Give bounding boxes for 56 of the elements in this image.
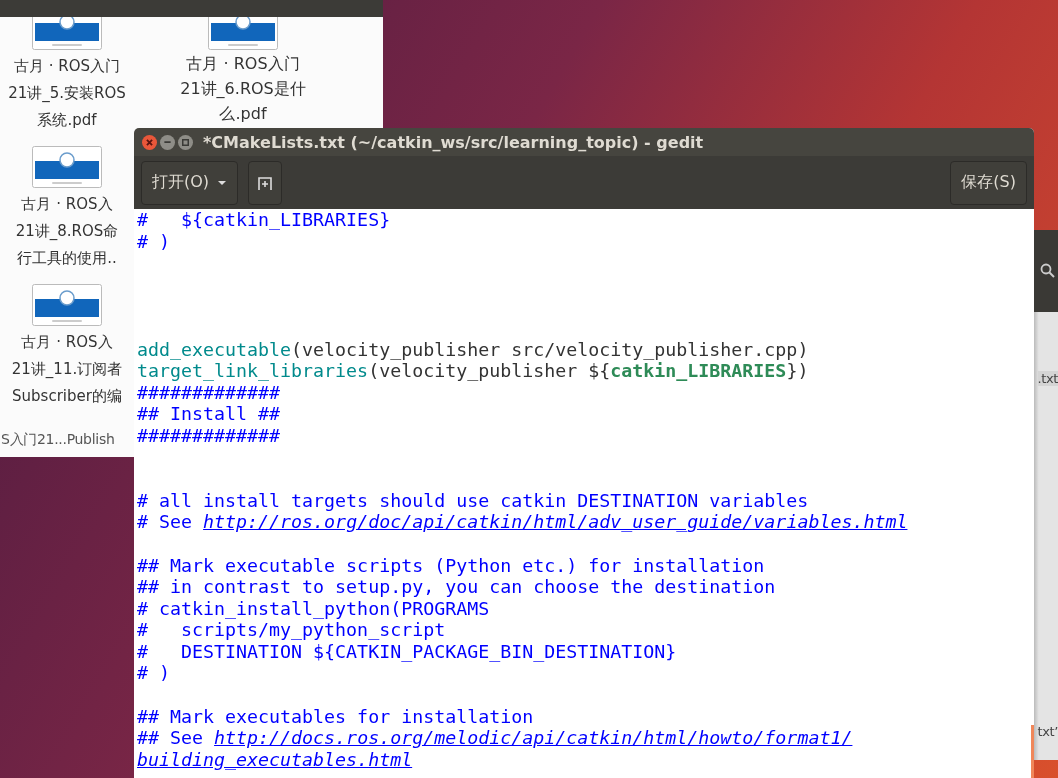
code-text: (velocity_publisher ${ bbox=[368, 360, 611, 382]
link[interactable]: http://docs.ros.org/melodic/api/catkin/html/howto/format1/ bbox=[214, 727, 853, 749]
new-tab-button[interactable] bbox=[248, 160, 283, 205]
link[interactable]: building_executables.html bbox=[137, 748, 413, 770]
maximize-icon bbox=[182, 138, 189, 146]
status-text: S入门21...Publish bbox=[1, 431, 115, 449]
file-name: 行工具的使用.. bbox=[16, 248, 118, 269]
save-button[interactable]: 保存(S) bbox=[950, 160, 1027, 205]
code-comment: # ) bbox=[137, 230, 171, 252]
code-comment: ## Mark executable scripts (Python etc.) for installation bbox=[137, 554, 765, 576]
code-variable: catkin_LIBRARIES bbox=[610, 360, 787, 382]
new-tab-icon bbox=[257, 174, 274, 191]
file-name: 系统.pdf bbox=[36, 110, 98, 131]
search-icon[interactable] bbox=[1040, 263, 1056, 279]
file-name: 古月 · ROS入 bbox=[20, 332, 114, 353]
code-comment: ## See bbox=[137, 727, 205, 749]
file-name: 21讲_11.订阅者 bbox=[11, 359, 123, 380]
code-comment: ## Install ## bbox=[137, 403, 281, 425]
file-name: 么.pdf bbox=[218, 103, 268, 125]
code-text: (velocity_publisher src/velocity_publisher.cpp) bbox=[291, 338, 809, 360]
file-name: 古月 · ROS入门 bbox=[185, 53, 301, 75]
code-comment: # catkin_install_python(PROGRAMS bbox=[137, 597, 490, 619]
pdf-thumbnail[interactable] bbox=[208, 17, 278, 50]
file-name: 21讲_6.ROS是什 bbox=[180, 78, 306, 100]
code-command: target_link_libraries bbox=[137, 360, 369, 382]
code-comment: ############# bbox=[137, 424, 281, 446]
pdf-thumbnail[interactable] bbox=[32, 17, 102, 50]
pdf-thumbnail[interactable] bbox=[32, 146, 102, 188]
code-comment: # scripts/my_python_script bbox=[137, 619, 446, 641]
file-name: 21讲_8.ROS命 bbox=[15, 221, 119, 242]
caret-icon bbox=[217, 179, 228, 186]
file-name: 古月 · ROS入 bbox=[20, 194, 114, 215]
minimize-icon bbox=[164, 141, 171, 143]
close-button[interactable] bbox=[142, 134, 157, 150]
code-comment: # ${catkin_LIBRARIES} bbox=[137, 209, 391, 230]
code-comment: ## Mark executables for installation bbox=[137, 705, 534, 727]
code-comment: # See bbox=[137, 511, 194, 533]
code-comment: ############# bbox=[137, 381, 281, 403]
file-name[interactable]: txt’ bbox=[1037, 724, 1058, 739]
file-name: 21讲_5.安装ROS bbox=[8, 83, 126, 104]
code-comment: # ) bbox=[137, 662, 171, 684]
maximize-button[interactable] bbox=[178, 134, 193, 150]
link[interactable]: http://ros.org/doc/api/catkin/html/adv_user_guide/variables.html bbox=[203, 511, 908, 533]
minimize-button[interactable] bbox=[160, 134, 175, 150]
pdf-thumbnail[interactable] bbox=[32, 284, 102, 326]
window-title: *CMakeLists.txt (~/catkin_ws/src/learning_topic) - gedit bbox=[203, 132, 704, 152]
file-name[interactable]: .txt bbox=[1037, 371, 1058, 386]
code-command: add_executable bbox=[137, 338, 292, 360]
file-name: 古月 · ROS入门 bbox=[12, 56, 122, 77]
code-comment: # DESTINATION ${CATKIN_PACKAGE_BIN_DESTINATION} bbox=[137, 640, 677, 662]
file-name: Subscriber的编 bbox=[11, 386, 123, 407]
code-text: }) bbox=[786, 360, 809, 382]
open-button[interactable]: 打开(O) bbox=[141, 160, 239, 205]
code-comment: # all install targets should use catkin DESTINATION variables bbox=[137, 489, 809, 511]
code-comment: ## in contrast to setup.py, you can choose the destination bbox=[137, 576, 776, 598]
close-icon bbox=[146, 138, 153, 146]
